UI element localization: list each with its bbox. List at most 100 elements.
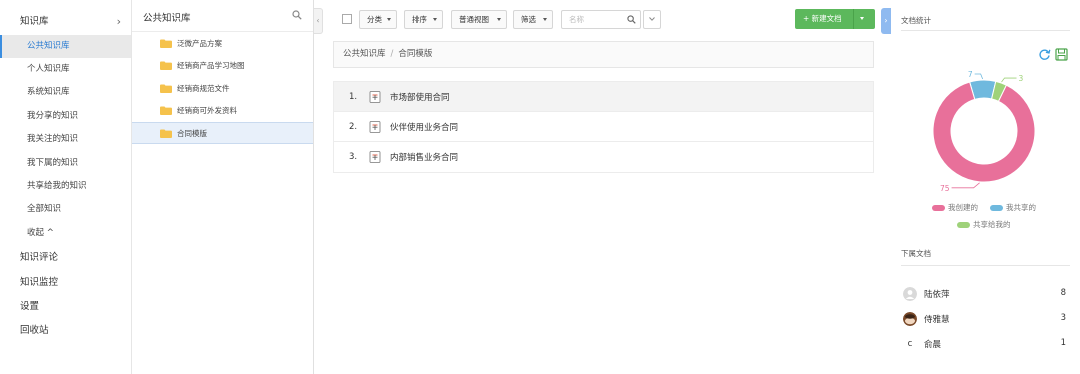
subordinate-name: 俞晨 bbox=[924, 340, 942, 350]
subordinate-count: 3 bbox=[1060, 313, 1066, 323]
caret-down-icon bbox=[433, 18, 437, 21]
document-title[interactable]: 内部销售业务合同 bbox=[390, 151, 458, 163]
nav-item-label: 共享给我的知识 bbox=[27, 181, 87, 191]
subordinate-row[interactable]: 陆依萍 8 bbox=[901, 284, 1070, 304]
nav-knowledge-base[interactable]: 知识库 › bbox=[0, 10, 131, 33]
search-icon[interactable] bbox=[292, 10, 302, 20]
legend-item-shared[interactable]: 我共享的 bbox=[990, 202, 1036, 213]
chevron-down-icon bbox=[649, 17, 655, 21]
nav-recycle-bin[interactable]: 回收站 bbox=[0, 319, 131, 342]
document-stats-donut-chart: 7 3 75 bbox=[932, 70, 1036, 193]
avatar-letter: c bbox=[907, 339, 913, 349]
nav-system-kb[interactable]: 系统知识库 bbox=[0, 81, 131, 104]
nav-subordinate[interactable]: 我下属的知识 bbox=[0, 152, 131, 175]
nav-public-kb[interactable]: 公共知识库 bbox=[0, 35, 131, 58]
caret-down-icon[interactable] bbox=[860, 17, 864, 20]
view-dropdown[interactable]: 普通视图 bbox=[451, 10, 507, 29]
label-leader-line bbox=[951, 182, 980, 189]
document-icon bbox=[369, 91, 381, 103]
new-document-button[interactable]: + 新建文档 bbox=[795, 9, 875, 29]
breadcrumb: 公共知识库 / 合同模版 bbox=[333, 41, 874, 68]
nav-collapse[interactable]: 收起 ^ bbox=[0, 222, 131, 245]
folder-icon bbox=[160, 106, 172, 115]
breadcrumb-root[interactable]: 公共知识库 bbox=[343, 49, 386, 59]
name-search-input[interactable]: 名称 bbox=[561, 10, 641, 29]
breadcrumb-current: 合同模版 bbox=[398, 49, 433, 59]
folder-item[interactable]: 经销商规范文件 bbox=[132, 78, 313, 100]
document-index: 1. bbox=[349, 92, 358, 102]
button-divider bbox=[853, 9, 854, 29]
nav-my-shared[interactable]: 我分享的知识 bbox=[0, 105, 131, 128]
legend-swatch bbox=[957, 222, 970, 228]
nav-all[interactable]: 全部知识 bbox=[0, 198, 131, 221]
folder-label: 合同模版 bbox=[177, 129, 207, 138]
document-icon bbox=[369, 151, 381, 163]
folder-item[interactable]: 经销商产品学习地图 bbox=[132, 55, 313, 77]
view-label: 普通视图 bbox=[459, 15, 489, 24]
refresh-icon[interactable] bbox=[1038, 48, 1051, 61]
new-document-label: + 新建文档 bbox=[803, 14, 842, 23]
folder-label: 泛微产品方案 bbox=[177, 39, 222, 48]
folder-icon bbox=[160, 129, 172, 138]
name-search-placeholder: 名称 bbox=[569, 15, 584, 24]
legend-item-received[interactable]: 共享给我的 bbox=[957, 219, 1011, 230]
folder-panel-header: 公共知识库 bbox=[132, 0, 313, 32]
legend-label: 我共享的 bbox=[1006, 203, 1036, 212]
nav-item-label: 系统知识库 bbox=[27, 87, 70, 97]
document-row[interactable]: 1. 市场部使用合同 bbox=[334, 82, 873, 112]
nav-personal-kb[interactable]: 个人知识库 bbox=[0, 58, 131, 81]
filter-dropdown[interactable]: 筛选 bbox=[513, 10, 553, 29]
nav-settings[interactable]: 设置 bbox=[0, 295, 131, 318]
nav-item-label: 设置 bbox=[20, 301, 40, 312]
chevron-right-icon: › bbox=[884, 16, 888, 25]
nav-item-label: 知识库 bbox=[20, 16, 49, 27]
avatar-person-icon bbox=[903, 287, 917, 301]
collapse-left-handle[interactable]: ‹ bbox=[314, 8, 323, 34]
caret-down-icon bbox=[543, 18, 547, 21]
nav-item-label: 个人知识库 bbox=[27, 64, 70, 74]
subordinate-row[interactable]: 侍雅慧 3 bbox=[901, 309, 1070, 329]
nav-item-label: 我下属的知识 bbox=[27, 158, 79, 168]
caret-down-icon bbox=[387, 18, 391, 21]
nav-item-label: 收起 ^ bbox=[27, 228, 54, 238]
nav-item-label: 我关注的知识 bbox=[27, 134, 79, 144]
select-all-checkbox[interactable] bbox=[342, 14, 352, 24]
folder-item-selected[interactable]: 合同模版 bbox=[132, 122, 313, 144]
search-icon[interactable] bbox=[627, 15, 636, 24]
sort-dropdown[interactable]: 排序 bbox=[404, 10, 443, 29]
legend-item-created[interactable]: 我创建的 bbox=[932, 202, 978, 213]
subordinate-row[interactable]: c 俞晨 1 bbox=[901, 334, 1070, 354]
folder-panel: 公共知识库 泛微产品方案 经销商产品学习地图 经销商规范文件 经销商可外发资料 … bbox=[132, 0, 314, 374]
nav-comments[interactable]: 知识评论 bbox=[0, 246, 131, 269]
nav-my-followed[interactable]: 我关注的知识 bbox=[0, 128, 131, 151]
subordinate-count: 8 bbox=[1060, 288, 1066, 298]
category-label: 分类 bbox=[367, 15, 382, 24]
breadcrumb-separator: / bbox=[390, 49, 394, 59]
legend-swatch bbox=[990, 205, 1003, 211]
document-row[interactable]: 3. 内部销售业务合同 bbox=[334, 142, 873, 172]
nav-monitor[interactable]: 知识监控 bbox=[0, 271, 131, 294]
label-leader-line bbox=[974, 73, 984, 80]
subordinate-name: 陆依萍 bbox=[924, 290, 950, 300]
avatar-photo bbox=[903, 312, 917, 326]
nav-shared-to-me[interactable]: 共享给我的知识 bbox=[0, 175, 131, 198]
document-row[interactable]: 2. 伙伴使用业务合同 bbox=[334, 112, 873, 142]
document-title[interactable]: 市场部使用合同 bbox=[390, 91, 450, 103]
stats-panel: 文档统计 7 3 75 我创建的 我共享的 共享给我的 下属文档 陆依萍 8 侍雅慧… bbox=[891, 0, 1080, 374]
folder-icon bbox=[160, 61, 172, 70]
sort-label: 排序 bbox=[412, 15, 427, 24]
document-index: 3. bbox=[349, 152, 358, 162]
document-title[interactable]: 伙伴使用业务合同 bbox=[390, 121, 458, 133]
folder-item[interactable]: 经销商可外发资料 bbox=[132, 100, 313, 122]
save-icon[interactable] bbox=[1055, 48, 1068, 61]
subordinate-docs-title: 下属文档 bbox=[901, 249, 931, 258]
nav-item-label: 知识评论 bbox=[20, 252, 59, 263]
folder-icon bbox=[160, 39, 172, 48]
expand-right-handle[interactable]: › bbox=[881, 8, 891, 34]
document-icon bbox=[369, 121, 381, 133]
filter-label: 筛选 bbox=[521, 15, 536, 24]
category-dropdown[interactable]: 分类 bbox=[359, 10, 397, 29]
folder-item[interactable]: 泛微产品方案 bbox=[132, 33, 313, 55]
nav-item-label: 知识监控 bbox=[20, 277, 59, 288]
search-options-button[interactable] bbox=[643, 10, 661, 29]
